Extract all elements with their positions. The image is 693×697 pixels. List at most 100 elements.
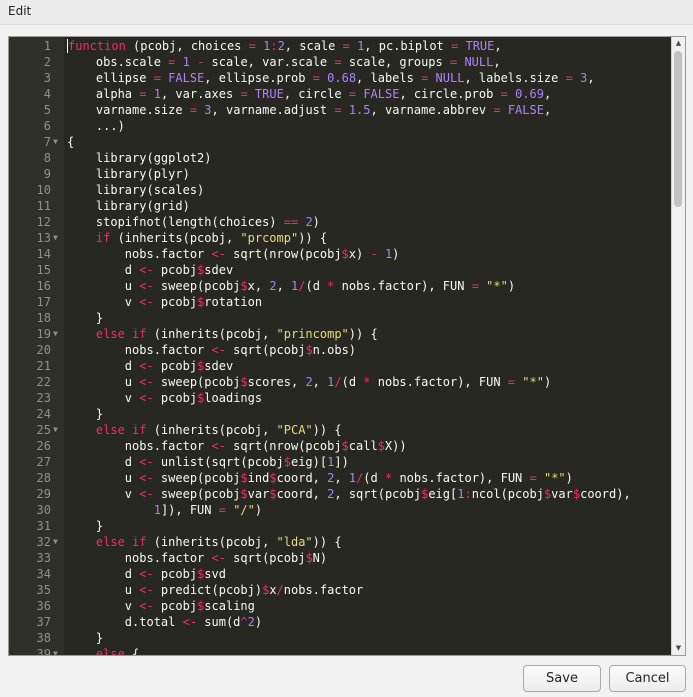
code-token: , varname.abbrev	[370, 103, 494, 117]
code-line[interactable]: 8 library(ggplot2)	[9, 150, 671, 166]
code-line[interactable]: 12 stopifnot(length(choices) == 2)	[9, 214, 671, 230]
code-token: ...)	[67, 119, 125, 133]
code-line[interactable]: 3 ellipse = FALSE, ellipse.prob = 0.68, …	[9, 70, 671, 86]
code-token: ,	[587, 71, 595, 85]
fold-toggle-icon[interactable]: ▼	[53, 646, 62, 655]
code-text: u <- sweep(pcobj$ind$coord, 2, 1/(d * no…	[67, 470, 573, 486]
code-line[interactable]: 26 nobs.factor <- sqrt(nrow(pcobj$call$X…	[9, 438, 671, 454]
code-line[interactable]: 21 d <- pcobj$sdev	[9, 358, 671, 374]
code-token: ,	[493, 55, 501, 69]
scroll-up-arrow-icon[interactable]: ▲	[672, 37, 685, 50]
code-line[interactable]: 4 alpha = 1, var.axes = TRUE, circle = F…	[9, 86, 671, 102]
code-token: :	[270, 39, 278, 53]
save-button[interactable]: Save	[523, 665, 601, 692]
fold-toggle-icon[interactable]: ▼	[53, 534, 62, 550]
code-token: =	[218, 503, 226, 517]
code-token: , circle	[283, 87, 349, 101]
code-line[interactable]: 15 d <- pcobj$sdev	[9, 262, 671, 278]
code-line[interactable]: 25 ▼ else if (inherits(pcobj, "PCA")) {	[9, 422, 671, 438]
code-token: )	[392, 247, 400, 261]
code-token: )	[507, 279, 516, 293]
code-line[interactable]: 27 d <- unlist(sqrt(pcobj$eig)[1])	[9, 454, 671, 470]
code-line[interactable]: 5 varname.size = 3, varname.adjust = 1.5…	[9, 102, 671, 118]
code-token: )	[254, 615, 263, 629]
code-line[interactable]: 2 obs.scale = 1 - scale, var.scale = sca…	[9, 54, 671, 70]
code-token: eig[	[428, 487, 458, 501]
code-line[interactable]: 17 v <- pcobj$rotation	[9, 294, 671, 310]
fold-toggle-icon[interactable]: ▼	[53, 134, 62, 150]
code-token: u	[67, 279, 140, 293]
code-line[interactable]: 16 u <- sweep(pcobj$x, 2, 1/(d * nobs.fa…	[9, 278, 671, 294]
code-token: =	[334, 55, 342, 69]
code-token: ,	[543, 87, 552, 101]
code-line[interactable]: 31 }	[9, 518, 671, 534]
code-token: "princomp"	[276, 327, 349, 341]
code-text: d <- pcobj$sdev	[67, 262, 233, 278]
scroll-down-arrow-icon[interactable]: ▼	[672, 642, 685, 655]
code-line[interactable]: 20 nobs.factor <- sqrt(pcobj$n.obs)	[9, 342, 671, 358]
fold-toggle-icon[interactable]: ▼	[53, 326, 62, 342]
line-number: 18	[36, 311, 51, 325]
code-line[interactable]: 6 ...)	[9, 118, 671, 134]
line-number: 19	[36, 327, 51, 341]
code-line[interactable]: 28 u <- sweep(pcobj$ind$coord, 2, 1/(d *…	[9, 470, 671, 486]
code-token: v	[67, 487, 140, 501]
code-token: sweep(pcobj	[153, 471, 241, 485]
code-line[interactable]: 10 library(scales)	[9, 182, 671, 198]
code-line[interactable]: 32 ▼ else if (inherits(pcobj, "lda")) {	[9, 534, 671, 550]
line-number: 6	[43, 119, 51, 133]
code-token: library(grid)	[67, 199, 190, 213]
code-line[interactable]: 35 u <- predict(pcobj)$x/nobs.factor	[9, 582, 671, 598]
code-text: d.total <- sum(d^2)	[67, 614, 262, 630]
code-token: <-	[211, 551, 226, 565]
code-line[interactable]: 36 v <- pcobj$scaling	[9, 598, 671, 614]
code-token: if	[95, 231, 111, 245]
code-token: sqrt(pcobj	[225, 551, 306, 565]
code-line[interactable]: 22 u <- sweep(pcobj$scores, 2, 1/(d * no…	[9, 374, 671, 390]
cancel-button[interactable]: Cancel	[609, 665, 686, 692]
code-token: 1	[182, 55, 190, 69]
code-line[interactable]: 7 ▼ {	[9, 134, 671, 150]
code-line[interactable]: 33 nobs.factor <- sqrt(pcobj$N)	[9, 550, 671, 566]
code-line[interactable]: 18 }	[9, 310, 671, 326]
code-line[interactable]: 30 1]), FUN = "/")	[9, 502, 671, 518]
code-line[interactable]: 1 function (pcobj, choices = 1:2, scale =…	[9, 38, 671, 54]
code-token: nobs.factor	[67, 343, 212, 357]
code-line[interactable]: 14 nobs.factor <- sqrt(nrow(pcobj$x) - 1…	[9, 246, 671, 262]
code-token: u	[67, 471, 140, 485]
code-line[interactable]: 19 ▼ else if (inherits(pcobj, "princomp")…	[9, 326, 671, 342]
code-token: d	[67, 567, 140, 581]
fold-toggle-icon[interactable]: ▼	[53, 230, 62, 246]
code-token: library(plyr)	[67, 167, 190, 181]
code-editor[interactable]: 1 function (pcobj, choices = 1:2, scale =…	[8, 36, 686, 656]
code-token: <-	[139, 391, 154, 405]
code-line[interactable]: 13 ▼ if (inherits(pcobj, "prcomp")) {	[9, 230, 671, 246]
code-token: ,	[276, 279, 292, 293]
code-line[interactable]: 39 ▼ else {	[9, 646, 671, 655]
vertical-scrollbar[interactable]: ▲ ▼	[671, 37, 685, 655]
code-line[interactable]: 38 }	[9, 630, 671, 646]
code-line[interactable]: 24 }	[9, 406, 671, 422]
fold-toggle-icon[interactable]: ▼	[53, 422, 62, 438]
line-number: 12	[36, 215, 51, 229]
code-token: v	[67, 599, 140, 613]
code-text: v <- pcobj$loadings	[67, 390, 262, 406]
code-area[interactable]: 1 function (pcobj, choices = 1:2, scale =…	[9, 37, 671, 655]
code-token: FALSE	[363, 87, 400, 101]
scrollbar-thumb[interactable]	[674, 51, 682, 207]
code-token: coord,	[276, 487, 328, 501]
code-line[interactable]: 11 library(grid)	[9, 198, 671, 214]
line-number: 2	[43, 55, 51, 69]
code-line[interactable]: 37 d.total <- sum(d^2)	[9, 614, 671, 630]
code-line[interactable]: 29 v <- sweep(pcobj$var$coord, 2, sqrt(p…	[9, 486, 671, 502]
code-token: 2	[247, 615, 255, 629]
code-token: <-	[139, 567, 154, 581]
code-line[interactable]: 9 library(plyr)	[9, 166, 671, 182]
code-line[interactable]: 23 v <- pcobj$loadings	[9, 390, 671, 406]
line-number: 39	[36, 647, 51, 655]
code-token: 2	[305, 215, 313, 229]
code-line[interactable]: 34 d <- pcobj$svd	[9, 566, 671, 582]
